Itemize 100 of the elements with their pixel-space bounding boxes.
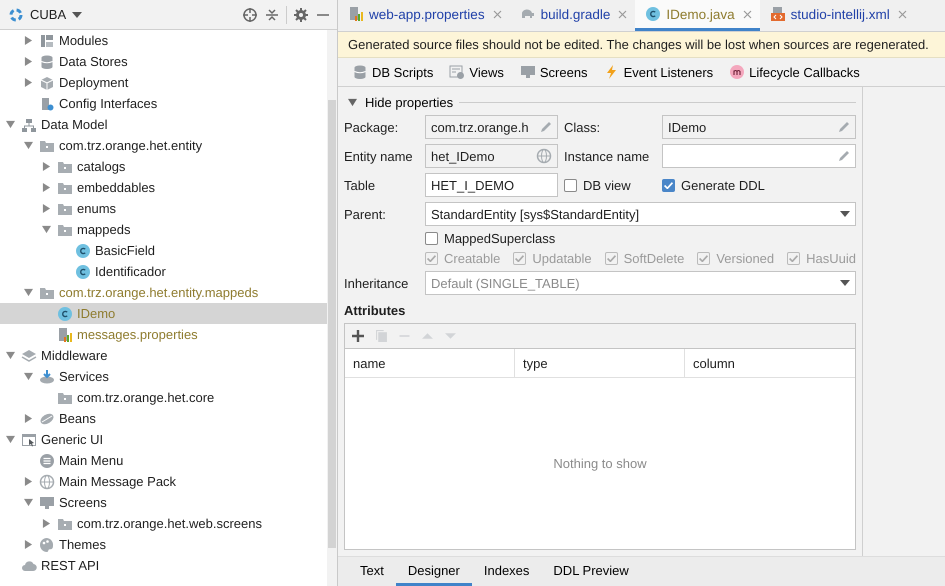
tool-button[interactable] [352,330,364,342]
tree-item[interactable]: enums [0,198,327,219]
column-header[interactable]: name [345,349,515,377]
tree-item[interactable]: com.trz.orange.het.entity [0,135,327,156]
tree-item[interactable]: Main Message Pack [0,471,327,492]
expanded-arrow-icon[interactable] [42,225,51,234]
field-label: Entity name [344,148,414,164]
editor-tab[interactable]: build.gradle [510,0,636,31]
tree-item[interactable]: Identificador [0,261,327,282]
class-field[interactable]: IDemo [662,115,856,139]
collapsed-arrow-icon[interactable] [42,162,51,171]
bottom-tab[interactable]: Text [348,557,396,586]
minus-icon [399,335,410,337]
toolbar-button[interactable]: Views [449,64,504,80]
tree-item[interactable]: REST API [0,555,327,576]
expanded-arrow-icon[interactable] [6,120,15,129]
target-icon[interactable] [242,6,258,22]
close-icon[interactable] [618,10,628,18]
bottom-tab[interactable]: DDL Preview [541,557,641,586]
expanded-arrow-icon[interactable] [24,498,33,507]
checkmark-icon [427,255,436,262]
tree-item[interactable]: Deployment [0,72,327,93]
collapsed-arrow-icon[interactable] [24,540,33,549]
tree-item[interactable]: Middleware [0,345,327,366]
expanded-arrow-icon[interactable] [24,141,33,150]
tree-item[interactable]: catalogs [0,156,327,177]
tree-item[interactable]: com.trz.orange.het.web.screens [0,513,327,534]
table-field[interactable]: HET_I_DEMO [425,173,558,197]
entity-name-field[interactable]: het_IDemo [425,144,558,168]
box-icon [39,74,55,90]
collapsed-arrow-icon[interactable] [42,519,51,528]
scrollbar-thumb[interactable] [328,100,336,548]
checkmark-icon [515,255,524,262]
checkmark-icon [789,255,798,262]
caret-icon[interactable] [72,12,82,18]
hierarchy-icon [21,116,37,132]
field-label: Instance name [564,148,650,164]
project-title[interactable]: CUBA [30,7,66,22]
instance-name-field[interactable] [662,144,856,168]
tree-item[interactable]: embeddables [0,177,327,198]
class-icon [75,264,91,280]
edit-icon [838,121,850,133]
class-icon [645,6,662,22]
tree-item[interactable]: Generic UI [0,429,327,450]
toolbar-button[interactable]: Lifecycle Callbacks [729,64,860,80]
expanded-arrow-icon[interactable] [6,435,15,444]
checkmark-icon [664,182,673,188]
parent-dropdown[interactable]: StandardEntity [sys$StandardEntity] [425,202,856,226]
package-field[interactable]: com.trz.orange.h [425,115,558,139]
tree-item[interactable]: mappeds [0,219,327,240]
collapsed-arrow-icon[interactable] [24,477,33,486]
tree-item[interactable]: Modules [0,30,327,51]
tree-item[interactable]: Themes [0,534,327,555]
tree-item[interactable]: messages.properties [0,324,327,345]
globe-icon [536,148,552,164]
db-view-checkbox[interactable]: DB view [564,178,656,192]
tree-item[interactable]: com.trz.orange.het.core [0,387,327,408]
close-icon[interactable] [742,10,752,18]
expanded-arrow-icon[interactable] [6,351,15,360]
collapsed-arrow-icon[interactable] [24,57,33,66]
caret-icon [840,211,850,217]
collapse-icon[interactable] [264,6,280,22]
editor-tab[interactable]: web-app.properties [338,0,510,31]
tree-item[interactable]: BasicField [0,240,327,261]
tree-item[interactable]: Main Menu [0,450,327,471]
expanded-arrow-icon[interactable] [24,372,33,381]
toolbar-button[interactable]: Screens [520,64,588,80]
mapped-superclass-checkbox[interactable]: MappedSuperclass [425,231,556,246]
editor-tab[interactable]: studio-intellij.xml [760,0,915,31]
tree-item[interactable]: com.trz.orange.het.entity.mappeds [0,282,327,303]
field-label: Table [344,178,376,192]
editor-tab[interactable]: IDemo.java [635,0,760,31]
generate-ddl-checkbox[interactable]: Generate DDL [662,178,856,192]
bottom-tab[interactable]: Designer [396,557,472,586]
toolbar-button[interactable]: DB Scripts [352,64,434,80]
collapsed-arrow-icon[interactable] [24,414,33,423]
column-header[interactable]: type [515,349,685,377]
tree-item[interactable]: Services [0,366,327,387]
close-icon[interactable] [492,10,502,18]
settings-icon[interactable] [293,6,309,22]
collapsed-arrow-icon[interactable] [24,78,33,87]
config-file-icon [39,96,55,112]
tree-item[interactable]: Data Model [0,114,327,135]
expanded-arrow-icon[interactable] [24,288,33,297]
hide-properties-toggle[interactable]: Hide properties [348,94,454,110]
tree-item[interactable]: Config Interfaces [0,93,327,114]
tree-item[interactable]: Screens [0,492,327,513]
column-header[interactable]: column [685,349,855,377]
tree-item[interactable]: Beans [0,408,327,429]
collapsed-arrow-icon[interactable] [42,183,51,192]
edit-icon [838,150,850,162]
bottom-tab[interactable]: Indexes [472,557,542,586]
collapsed-arrow-icon[interactable] [24,36,33,45]
class-icon [57,306,73,322]
toolbar-button[interactable]: Event Listeners [604,64,714,80]
collapsed-arrow-icon[interactable] [42,204,51,213]
tree-item[interactable]: Data Stores [0,51,327,72]
close-icon[interactable] [898,10,907,18]
add-icon [352,330,364,342]
copy-icon [376,330,387,342]
